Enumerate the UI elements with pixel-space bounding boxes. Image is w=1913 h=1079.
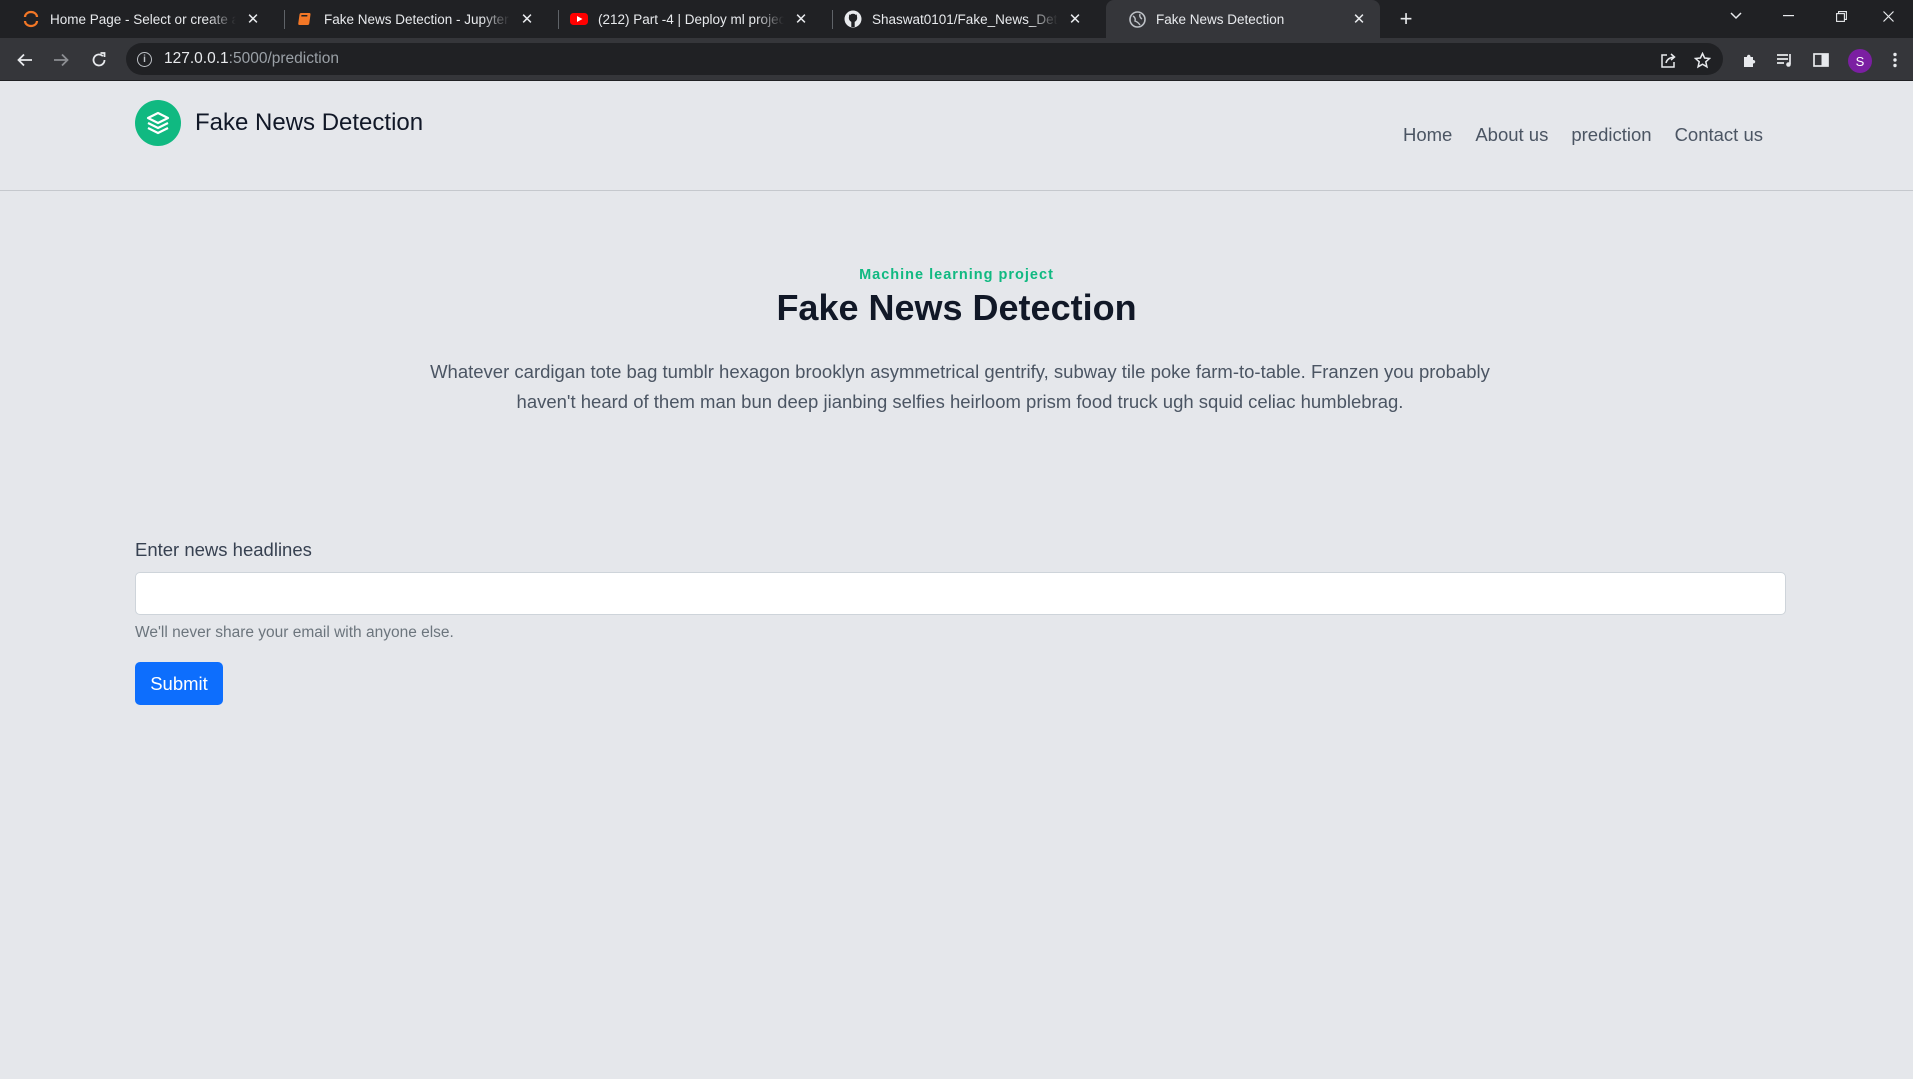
tab-title: (212) Part -4 | Deploy ml project on <box>598 11 784 27</box>
browser-tab-youtube[interactable]: (212) Part -4 | Deploy ml project on ✕ <box>548 0 822 38</box>
nav-link-home[interactable]: Home <box>1403 124 1452 146</box>
tab-title: Fake News Detection - Jupyter Notebook <box>324 11 510 27</box>
hero-kicker: Machine learning project <box>859 267 1054 283</box>
close-icon[interactable]: ✕ <box>1066 10 1084 28</box>
page-content: Fake News Detection Home About us predic… <box>0 81 1913 1079</box>
hero-description: Whatever cardigan tote bag tumblr hexago… <box>430 361 1490 412</box>
notebook-icon <box>296 10 314 28</box>
nav-link-prediction[interactable]: prediction <box>1571 124 1651 146</box>
close-icon[interactable]: ✕ <box>1350 10 1368 28</box>
brand-name: Fake News Detection <box>195 109 424 136</box>
restore-icon[interactable] <box>1815 0 1867 32</box>
site-info-icon[interactable]: i <box>137 51 152 67</box>
site-header: Fake News Detection Home About us predic… <box>0 81 1913 191</box>
media-queue-icon[interactable] <box>1770 45 1800 75</box>
new-tab-button[interactable]: + <box>1393 6 1419 32</box>
jupyter-icon <box>22 10 40 28</box>
profile-avatar[interactable]: S <box>1848 49 1872 73</box>
address-bar[interactable]: i 127.0.0.1:5000/prediction <box>126 43 1723 75</box>
globe-icon <box>1128 10 1146 28</box>
headline-input[interactable] <box>135 572 1786 615</box>
share-icon[interactable] <box>1656 48 1680 72</box>
extensions-puzzle-icon[interactable] <box>1734 45 1764 75</box>
form-help-text: We'll never share your email with anyone… <box>135 624 454 641</box>
browser-tab-jupyter-home[interactable]: Home Page - Select or create a notebook … <box>0 0 274 38</box>
youtube-icon <box>570 10 588 28</box>
reload-icon[interactable] <box>84 45 114 75</box>
tab-title: Shaswat0101/Fake_News_Detection <box>872 11 1058 27</box>
nav-link-about[interactable]: About us <box>1475 124 1548 146</box>
more-menu-icon[interactable] <box>1880 45 1910 75</box>
github-icon <box>844 10 862 28</box>
page-title: Fake News Detection <box>776 287 1137 328</box>
close-icon[interactable]: ✕ <box>792 10 810 28</box>
browser-toolbar: i 127.0.0.1:5000/prediction S <box>0 38 1913 81</box>
side-panel-icon[interactable] <box>1806 45 1836 75</box>
tab-strip: Home Page - Select or create a notebook … <box>0 0 1913 38</box>
close-window-icon[interactable] <box>1862 0 1913 32</box>
back-arrow-icon[interactable] <box>10 45 40 75</box>
browser-tab-active[interactable]: Fake News Detection ✕ <box>1106 0 1380 38</box>
brand[interactable]: Fake News Detection <box>135 100 423 146</box>
layers-logo-icon <box>135 100 181 146</box>
headline-label: Enter news headlines <box>135 539 312 560</box>
minimize-icon[interactable] <box>1762 0 1814 32</box>
bookmark-star-icon[interactable] <box>1690 48 1714 72</box>
submit-button[interactable]: Submit <box>135 662 223 705</box>
tab-title: Fake News Detection <box>1156 11 1285 27</box>
close-icon[interactable]: ✕ <box>244 10 262 28</box>
close-icon[interactable]: ✕ <box>518 10 536 28</box>
tab-search-icon[interactable] <box>1710 0 1762 32</box>
nav-link-contact[interactable]: Contact us <box>1675 124 1763 146</box>
tab-title: Home Page - Select or create a notebook <box>50 11 236 27</box>
browser-tab-github[interactable]: Shaswat0101/Fake_News_Detection ✕ <box>822 0 1096 38</box>
url-text: 127.0.0.1:5000/prediction <box>164 50 339 67</box>
forward-arrow-icon[interactable] <box>46 45 76 75</box>
main-nav: Home About us prediction Contact us <box>1403 124 1763 146</box>
browser-tab-notebook[interactable]: Fake News Detection - Jupyter Notebook ✕ <box>274 0 548 38</box>
